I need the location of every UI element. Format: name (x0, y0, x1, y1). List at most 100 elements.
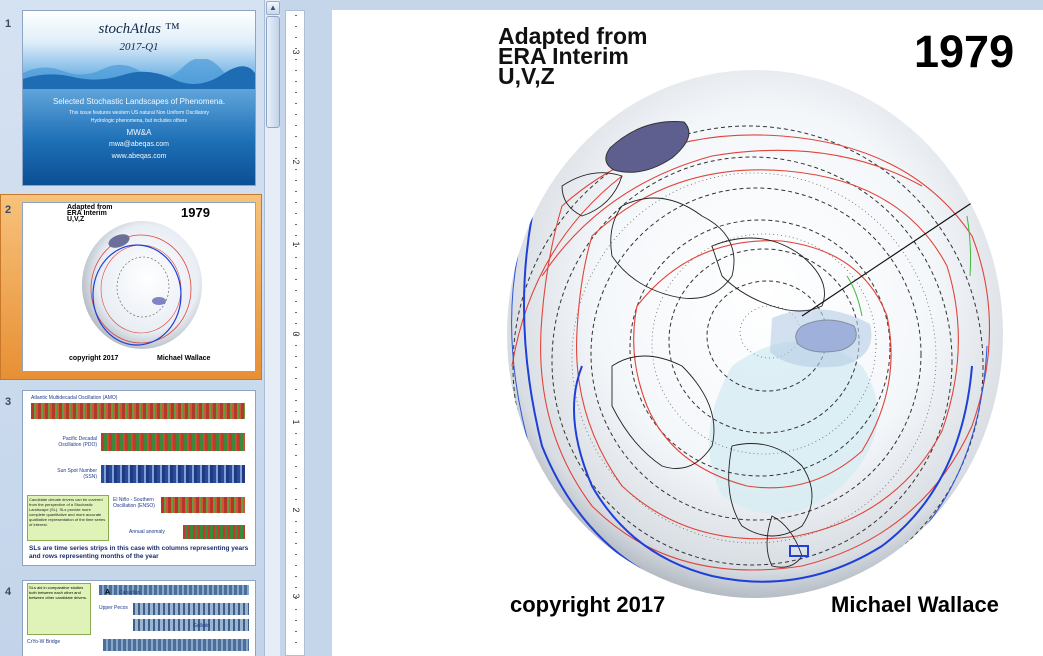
slide-thumbnail-pane[interactable]: 1 stochAtlas ™ 2017-Q1 Selected Stochast… (0, 0, 264, 656)
thumb2-year: 1979 (181, 205, 210, 220)
slide-thumbnail-4[interactable]: SLs aid in comparative studies both betw… (22, 580, 256, 656)
ruler-tick (295, 587, 297, 588)
ruler-tick (295, 378, 297, 379)
ruler-tick (295, 455, 297, 456)
ruler-tick (295, 367, 297, 368)
ruler-tick (295, 224, 297, 225)
ruler-tick (295, 180, 297, 181)
slide-copyright: copyright 2017 (510, 592, 666, 617)
ruler-tick (295, 268, 297, 269)
thumb1-heading: Selected Stochastic Landscapes of Phenom… (52, 97, 226, 106)
ruler-tick (295, 466, 297, 467)
ruler-tick (295, 609, 297, 610)
thumb3-caption: SLs are time series strips in this case … (29, 545, 249, 560)
ruler-tick (295, 191, 297, 192)
thumb4-canadian: Canadian (119, 590, 141, 596)
ruler-tick (295, 598, 297, 599)
ruler-tick (295, 26, 297, 27)
ruler-tick (295, 37, 297, 38)
ruler-tick (295, 411, 297, 412)
thumb3-enso-label: El Niño - Southern Oscillation (ENSO) (113, 497, 155, 509)
thumbnail-scrollbar[interactable]: ▲ (264, 0, 280, 656)
thumb3-annual-strip (183, 525, 245, 539)
ruler-tick (295, 59, 297, 60)
thumb3-ssn-strip (101, 465, 245, 483)
slide-number-2: 2 (5, 204, 12, 216)
ruler-tick (295, 48, 297, 49)
ruler-tick (295, 103, 297, 104)
thumb1-site: www.abeqas.com (111, 153, 167, 160)
thumb4-bridge: CrYo-W Bridge (27, 639, 61, 645)
ruler-tick (295, 554, 297, 555)
ruler-tick (295, 257, 297, 258)
ruler-tick (295, 136, 297, 137)
ruler-tick (295, 147, 297, 148)
thumb4-box-letter: A (105, 589, 111, 596)
thumb1-email: mwa@abeqas.com (108, 141, 170, 148)
slide-thumbnail-3[interactable]: Atlantic Multidecadal Oscillation (AMO) … (22, 390, 256, 566)
thumb3-amo-label: Atlantic Multidecadal Oscillation (AMO) (31, 395, 118, 401)
thumb3-annual-label: Annual anomaly (129, 529, 165, 535)
ruler-label: 1 (291, 241, 301, 247)
ruler-tick (295, 543, 297, 544)
ruler-tick (295, 301, 297, 302)
ruler-tick (295, 400, 297, 401)
ruler-tick (295, 422, 297, 423)
scroll-up-arrow-icon[interactable]: ▲ (266, 1, 280, 15)
slide-number-4: 4 (5, 586, 12, 598)
thumb3-amo-strip (31, 403, 245, 419)
thumb4-strip-2 (133, 603, 249, 615)
ruler-tick (295, 70, 297, 71)
ruler-tick (295, 488, 297, 489)
thumb2-globe (82, 221, 202, 349)
thumb1-org: MW&A (126, 128, 152, 137)
ruler-tick (295, 246, 297, 247)
ruler-tick (295, 334, 297, 335)
wave-image (23, 59, 255, 89)
globe-surface (507, 70, 1003, 598)
ruler-tick (295, 389, 297, 390)
ruler-label: 3 (291, 593, 301, 599)
vertical-ruler[interactable]: 3 2 1 0 1 2 3 (285, 10, 305, 656)
ruler-tick (295, 477, 297, 478)
ruler-tick (295, 499, 297, 500)
ruler-tick (295, 235, 297, 236)
ruler-tick (295, 158, 297, 159)
ruler-tick (295, 290, 297, 291)
thumb2-author: Michael Wallace (157, 355, 211, 362)
ruler-tick (295, 631, 297, 632)
ruler-tick (295, 279, 297, 280)
thumb4-note-box: SLs aid in comparative studies both betw… (27, 583, 91, 635)
ruler-tick (295, 345, 297, 346)
powerpoint-window: 1 stochAtlas ™ 2017-Q1 Selected Stochast… (0, 0, 1043, 656)
ruler-tick (295, 356, 297, 357)
ruler-tick (295, 15, 297, 16)
thumb1-subtitle: 2017-Q1 (119, 41, 159, 53)
slide-number-1: 1 (5, 18, 12, 30)
thumb3-enso-strip (161, 497, 245, 513)
slide-thumbnail-1[interactable]: stochAtlas ™ 2017-Q1 Selected Stochastic… (22, 10, 256, 186)
ruler-tick (295, 213, 297, 214)
ruler-tick (295, 125, 297, 126)
ruler-tick (295, 312, 297, 313)
thumb1-line2: Hydrologic phenomena, but includes other… (90, 118, 188, 124)
thumb3-note-box: Candidate climate drivers can be covered… (27, 495, 109, 541)
thumb1-line1: This issue features western US natural N… (68, 110, 210, 116)
ruler-tick (295, 114, 297, 115)
ruler-tick (295, 169, 297, 170)
slide-canvas[interactable]: Adapted from ERA Interim U,V,Z 1979 copy… (332, 10, 1043, 656)
thumb4-strip-3 (133, 619, 249, 631)
ruler-tick (295, 444, 297, 445)
ruler-tick (295, 433, 297, 434)
thumb1-title: stochAtlas ™ (98, 21, 180, 37)
thumb4-upper-pecos: Upper Pecos (99, 605, 128, 611)
slide-thumbnail-2[interactable]: Adapted from ERA Interim U,V,Z 1979 copy… (22, 202, 256, 372)
ruler-tick (295, 576, 297, 577)
ruler-tick (295, 81, 297, 82)
thumb3-ssn-label: Sun Spot Number (SSN) (57, 468, 97, 480)
ruler-tick (295, 532, 297, 533)
globe-contour-map (507, 70, 1003, 598)
scrollbar-thumb[interactable] (266, 16, 280, 128)
ruler-tick (295, 202, 297, 203)
ruler-tick (295, 92, 297, 93)
